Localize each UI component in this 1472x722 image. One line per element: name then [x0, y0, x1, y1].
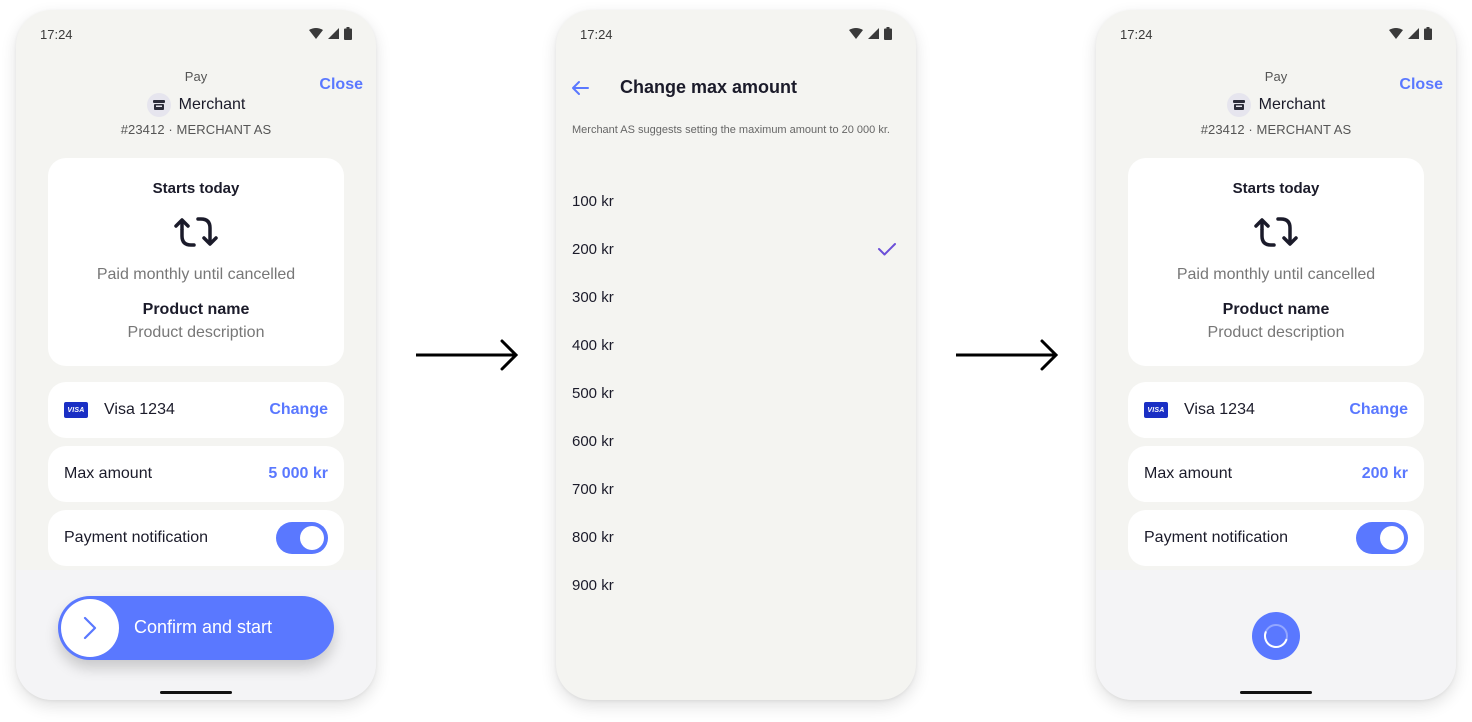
notification-row: Payment notification [48, 510, 344, 566]
flow-arrow-icon [416, 339, 519, 371]
recurring-icon [1254, 217, 1298, 247]
home-indicator[interactable] [1240, 691, 1312, 694]
loading-indicator [1252, 612, 1300, 660]
notification-toggle[interactable] [276, 522, 328, 554]
max-amount-label: Max amount [1144, 465, 1233, 482]
store-icon [1226, 93, 1251, 117]
wifi-icon [849, 28, 863, 39]
chevron-right-icon [83, 616, 97, 640]
max-amount-value[interactable]: 200 kr [1362, 465, 1408, 483]
close-button[interactable]: Close [1399, 76, 1443, 94]
notification-label: Payment notification [64, 529, 209, 546]
amount-option[interactable]: 400 kr [556, 321, 916, 369]
visa-card-icon: VISA [64, 402, 88, 418]
max-amount-value[interactable]: 5 000 kr [268, 465, 328, 483]
home-indicator[interactable] [160, 691, 232, 694]
status-bar: 17:24 [1096, 10, 1456, 58]
payment-frequency: Paid monthly until cancelled [96, 266, 296, 283]
max-amount-label: Max amount [64, 465, 153, 482]
confirm-label: Confirm and start [134, 617, 273, 637]
merchant-order-id: #23412 · MERCHANT AS [120, 122, 272, 137]
product-name: Product name [1222, 301, 1330, 318]
max-amount-row[interactable]: Max amount 200 kr [1128, 446, 1424, 502]
payment-method-row: VISA Visa 1234 Change [1128, 382, 1424, 438]
phone-screen-pay-loading: 17:24 Pay Close Merchant #23412 · MERCHA… [1096, 10, 1456, 700]
pay-header: Pay Close Merchant #23412 · MERCHANT AS [1096, 58, 1456, 150]
status-bar: 17:24 [556, 10, 916, 58]
amount-option[interactable]: 300 kr [556, 273, 916, 321]
summary-card: Starts today Paid monthly until cancelle… [1128, 158, 1424, 366]
phone-screen-change-max-amount: 17:24 Change max amount Merchant AS sugg… [556, 10, 916, 700]
visa-card-icon: VISA [1144, 402, 1168, 418]
merchant-order-id: #23412 · MERCHANT AS [1200, 122, 1352, 137]
merchant-name: Merchant [1258, 96, 1326, 113]
slider-handle[interactable] [61, 599, 119, 657]
merchant-name: Merchant [178, 96, 246, 113]
battery-icon [344, 27, 352, 40]
wifi-icon [1389, 28, 1403, 39]
payment-method-label: Visa 1234 [1184, 401, 1255, 418]
page-title: Change max amount [620, 77, 798, 97]
start-date: Starts today [152, 180, 240, 197]
amount-option[interactable]: 600 kr [556, 417, 916, 465]
back-arrow-icon[interactable] [570, 78, 590, 98]
notification-label: Payment notification [1144, 529, 1289, 546]
status-bar: 17:24 [16, 10, 376, 58]
signal-icon [1408, 28, 1419, 39]
merchant-row: Merchant [16, 93, 376, 117]
notification-row: Payment notification [1128, 510, 1424, 566]
product-description: Product description [127, 324, 265, 341]
signal-icon [868, 28, 879, 39]
pay-header: Pay Close Merchant #23412 · MERCHANT AS [16, 58, 376, 150]
merchant-row: Merchant [1096, 93, 1456, 117]
suggestion-note: Merchant AS suggests setting the maximum… [572, 124, 890, 136]
summary-card: Starts today Paid monthly until cancelle… [48, 158, 344, 366]
store-icon [146, 93, 171, 117]
status-time: 17:24 [1120, 27, 1153, 42]
change-card-button[interactable]: Change [1349, 401, 1408, 419]
amount-option-selected[interactable]: 200 kr [556, 225, 916, 273]
payment-frequency: Paid monthly until cancelled [1176, 266, 1376, 283]
notification-toggle[interactable] [1356, 522, 1408, 554]
start-date: Starts today [1232, 180, 1320, 197]
wifi-icon [309, 28, 323, 39]
status-time: 17:24 [40, 27, 73, 42]
battery-icon [1424, 27, 1432, 40]
payment-method-row: VISA Visa 1234 Change [48, 382, 344, 438]
payment-method-label: Visa 1234 [104, 401, 175, 418]
change-card-button[interactable]: Change [269, 401, 328, 419]
change-amount-header: Change max amount [556, 58, 916, 118]
checkmark-icon [878, 243, 896, 256]
amount-option[interactable]: 800 kr [556, 513, 916, 561]
flow-arrow-icon [956, 339, 1059, 371]
close-button[interactable]: Close [319, 76, 363, 94]
recurring-icon [174, 217, 218, 247]
amount-options-list: 100 kr 200 kr 300 kr 400 kr 500 kr 600 k… [556, 177, 916, 609]
amount-option[interactable]: 500 kr [556, 369, 916, 417]
max-amount-row[interactable]: Max amount 5 000 kr [48, 446, 344, 502]
product-name: Product name [142, 301, 250, 318]
confirm-and-start-slider[interactable]: Confirm and start [58, 596, 334, 660]
amount-option[interactable]: 700 kr [556, 465, 916, 513]
product-description: Product description [1207, 324, 1345, 341]
amount-option[interactable]: 100 kr [556, 177, 916, 225]
signal-icon [328, 28, 339, 39]
status-time: 17:24 [580, 27, 613, 42]
amount-option[interactable]: 900 kr [556, 561, 916, 609]
battery-icon [884, 27, 892, 40]
phone-screen-pay: 17:24 Pay Close Merchant #23412 · MERCHA… [16, 10, 376, 700]
spinner-icon [1264, 624, 1288, 648]
